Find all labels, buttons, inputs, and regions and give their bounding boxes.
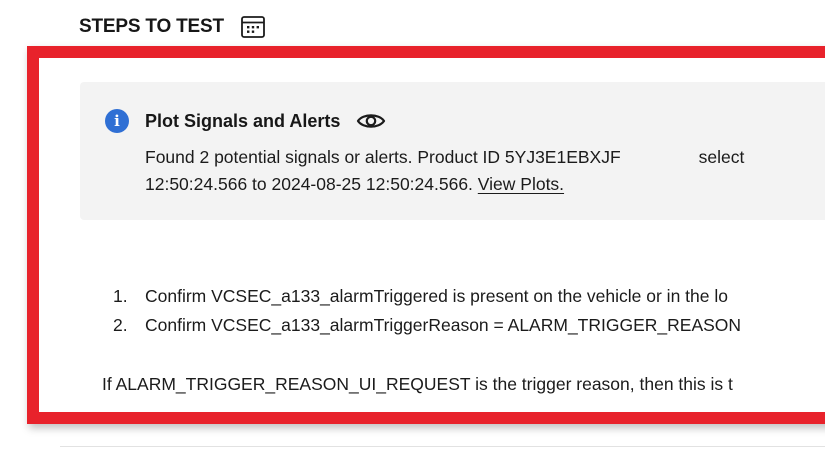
trigger-reason-note: If ALARM_TRIGGER_REASON_UI_REQUEST is th… [102,374,733,394]
plot-signals-alert: i Plot Signals and Alerts Found 2 potent… [80,82,825,220]
alert-title: Plot Signals and Alerts [145,110,341,131]
steps-list: 1. Confirm VCSEC_a133_alarmTriggered is … [113,282,741,340]
section-header: STEPS TO TEST [79,12,266,42]
section-title: STEPS TO TEST [79,16,224,37]
step-number: 2. [113,315,128,335]
eye-icon[interactable] [356,111,386,131]
divider [60,446,825,447]
alert-title-row: Plot Signals and Alerts [145,109,386,133]
info-icon: i [105,109,129,133]
step-number: 1. [113,286,128,306]
list-item: 2. Confirm VCSEC_a133_alarmTriggerReason… [113,311,741,340]
alert-body: Found 2 potential signals or alerts. Pro… [145,144,825,198]
alert-body-text-2: 12:50:24.566 to 2024-08-25 12:50:24.566. [145,174,478,194]
calendar-icon[interactable] [240,14,266,40]
alert-body-line-1: Found 2 potential signals or alerts. Pro… [145,144,825,171]
alert-body-text-1b: select [698,147,745,167]
step-text: Confirm VCSEC_a133_alarmTriggerReason = … [145,315,742,335]
view-plots-link[interactable]: View Plots. [478,174,564,194]
alert-body-text-1: Found 2 potential signals or alerts. Pro… [145,147,621,167]
page: STEPS TO TEST i Plot Signals and Alerts [0,0,825,453]
step-text: Confirm VCSEC_a133_alarmTriggered is pre… [145,286,728,306]
list-item: 1. Confirm VCSEC_a133_alarmTriggered is … [113,282,741,311]
alert-body-line-2: 12:50:24.566 to 2024-08-25 12:50:24.566.… [145,171,825,198]
